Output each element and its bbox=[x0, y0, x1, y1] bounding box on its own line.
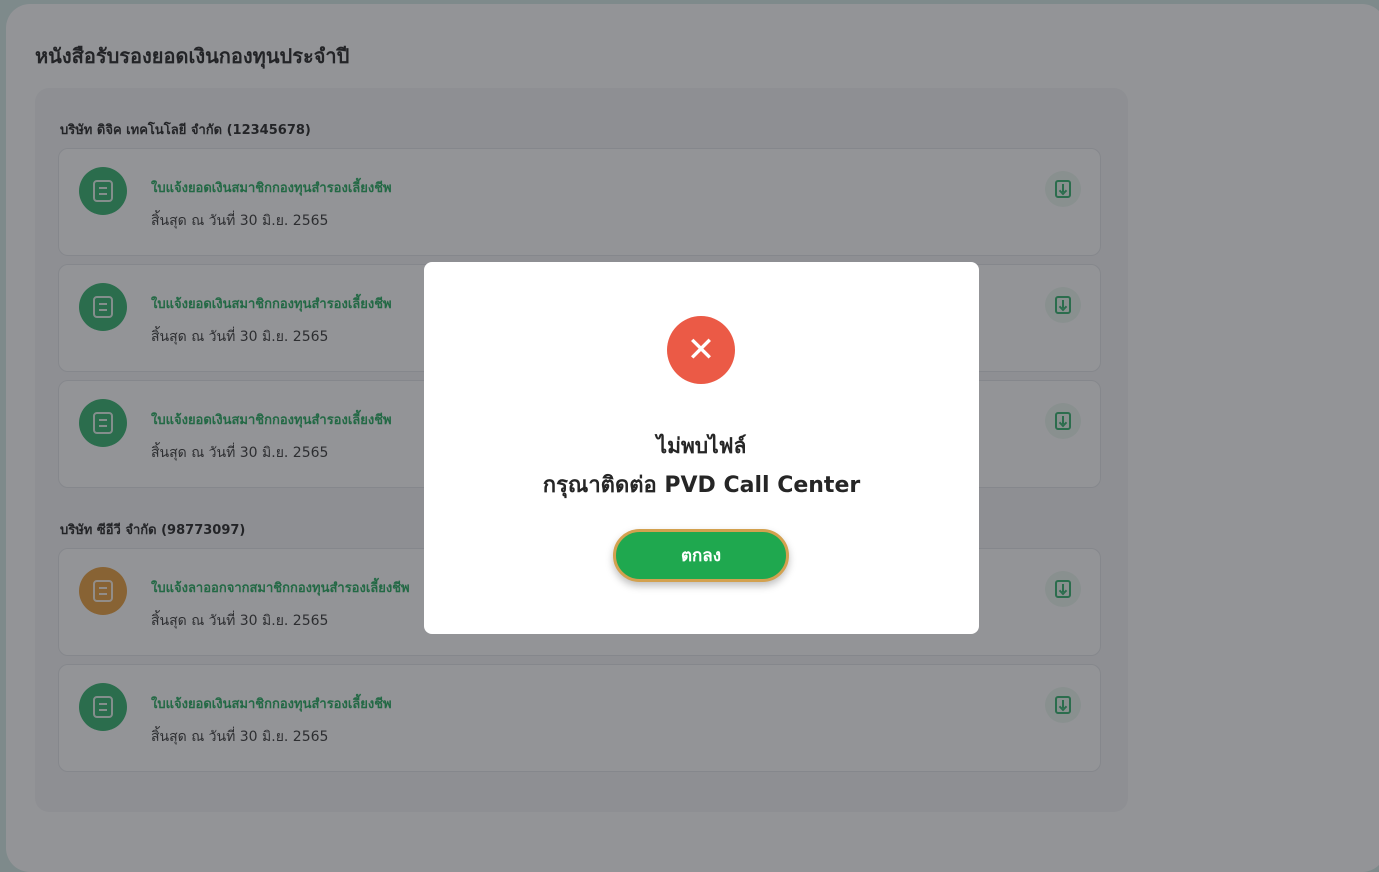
error-x-icon: ✕ bbox=[667, 316, 735, 384]
dialog-message-body: กรุณาติดต่อ PVD Call Center bbox=[542, 473, 861, 498]
ok-button[interactable]: ตกลง bbox=[613, 529, 789, 582]
error-dialog: ✕ ไม่พบไฟล์ กรุณาติดต่อ PVD Call Center … bbox=[424, 262, 979, 634]
dialog-message-title: ไม่พบไฟล์ bbox=[656, 434, 747, 458]
